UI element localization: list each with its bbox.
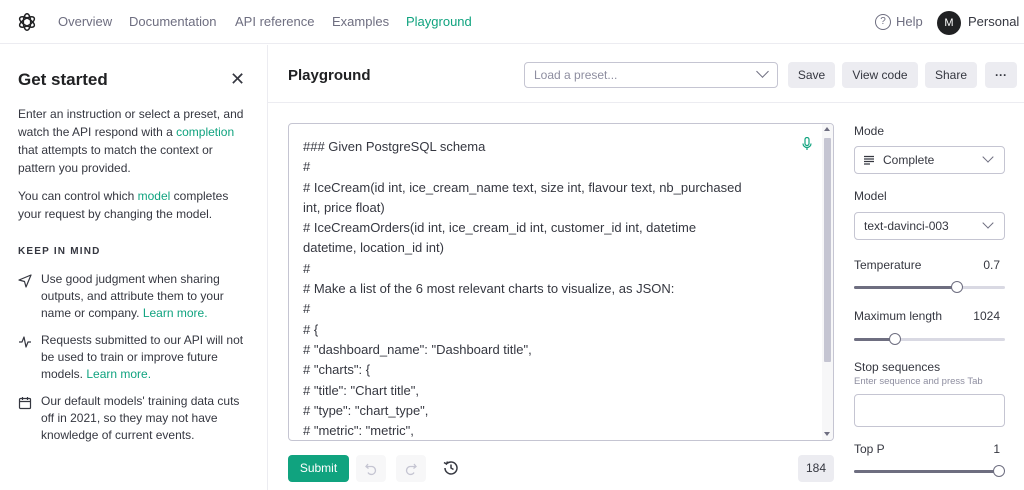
prompt-line[interactable]: datetime, location_id int): [303, 238, 803, 258]
prompt-line[interactable]: ### Given PostgreSQL schema: [303, 137, 803, 157]
prompt-line[interactable]: # "charts": {: [303, 360, 803, 380]
prompt-line[interactable]: #: [303, 259, 803, 279]
top-p-label: Top P: [854, 442, 885, 456]
scroll-down-arrow-icon[interactable]: [824, 432, 830, 436]
prompt-line[interactable]: int, price float): [303, 198, 803, 218]
sidebar-intro: Enter an instruction or select a preset,…: [18, 107, 244, 175]
preset-select[interactable]: Load a preset...: [524, 62, 778, 88]
close-icon[interactable]: ✕: [230, 70, 245, 88]
prompt-line[interactable]: #: [303, 157, 803, 177]
model-link[interactable]: model: [138, 189, 171, 203]
redo-icon: [405, 463, 417, 476]
mode-value: Complete: [883, 153, 935, 167]
model-select[interactable]: text-davinci-003: [854, 212, 1005, 240]
editor-scrollbar[interactable]: [822, 124, 833, 440]
prompt-line[interactable]: #: [303, 299, 803, 319]
tip-1: Use good judgment when sharing outputs, …: [41, 272, 224, 320]
prompt-line[interactable]: # "metric": "metric",: [303, 421, 803, 440]
help-icon[interactable]: ?: [875, 14, 891, 30]
mode-label: Mode: [854, 124, 885, 138]
top-p-value[interactable]: 1: [960, 442, 1000, 456]
sidebar-model-text: You can control which model completes yo…: [18, 189, 229, 221]
token-count: 184: [798, 455, 834, 482]
undo-icon: [365, 463, 377, 476]
avatar[interactable]: M: [937, 11, 961, 35]
prompt-editor[interactable]: ### Given PostgreSQL schema # # IceCream(i…: [288, 123, 834, 441]
redo-button[interactable]: [396, 455, 426, 482]
learn-more-link[interactable]: Learn more.: [86, 367, 151, 381]
chevron-down-icon: [982, 151, 994, 163]
chevron-down-icon: [982, 217, 994, 229]
share-button[interactable]: Share: [925, 62, 977, 88]
prompt-line[interactable]: # "type": "chart_type",: [303, 401, 803, 421]
account-name[interactable]: Personal: [968, 14, 1019, 29]
scrollbar-thumb[interactable]: [824, 138, 831, 362]
top-nav: Overview Documentation API reference Exa…: [0, 0, 1024, 44]
prompt-text[interactable]: ### Given PostgreSQL schema # # IceCream(i…: [303, 137, 803, 440]
tip-2: Requests submitted to our API will not b…: [41, 333, 244, 381]
submit-button[interactable]: Submit: [288, 455, 349, 482]
complete-mode-icon: [864, 155, 874, 165]
temperature-value[interactable]: 0.7: [960, 258, 1000, 272]
slider-thumb[interactable]: [993, 465, 1005, 477]
max-length-slider[interactable]: [854, 333, 1005, 345]
prompt-line[interactable]: # "dashboard_name": "Dashboard title",: [303, 340, 803, 360]
openai-logo-icon[interactable]: [16, 11, 38, 33]
slider-thumb[interactable]: [888, 333, 901, 345]
undo-button[interactable]: [356, 455, 386, 482]
get-started-sidebar: Get started ✕ Enter an instruction or se…: [0, 45, 268, 490]
activity-icon: [19, 336, 31, 348]
top-p-slider[interactable]: [854, 465, 1005, 477]
nav-documentation[interactable]: Documentation: [129, 14, 216, 29]
slider-thumb[interactable]: [951, 281, 964, 293]
help-link[interactable]: Help: [896, 14, 923, 29]
view-code-button[interactable]: View code: [842, 62, 918, 88]
page-title: Playground: [288, 67, 371, 84]
prompt-line[interactable]: # "title": "Chart title",: [303, 381, 803, 401]
model-value: text-davinci-003: [864, 219, 949, 233]
prompt-line[interactable]: # {: [303, 320, 803, 340]
nav-overview[interactable]: Overview: [58, 14, 112, 29]
completion-link[interactable]: completion: [176, 125, 234, 139]
tip-3: Our default models' training data cuts o…: [41, 394, 240, 442]
nav-examples[interactable]: Examples: [332, 14, 389, 29]
preset-placeholder: Load a preset...: [534, 68, 618, 82]
more-options-button[interactable]: ···: [985, 62, 1017, 88]
header-divider: [268, 102, 1024, 103]
sidebar-title: Get started: [18, 70, 108, 89]
stop-sequences-input[interactable]: [854, 394, 1005, 427]
calendar-icon: [18, 397, 32, 410]
scroll-up-arrow-icon[interactable]: [824, 127, 830, 131]
max-length-label: Maximum length: [854, 309, 943, 323]
prompt-line[interactable]: # IceCream(id int, ice_cream_name text, …: [303, 178, 803, 198]
keep-in-mind-heading: KEEP IN MIND: [18, 246, 101, 257]
chevron-down-icon: [756, 65, 769, 78]
mode-select[interactable]: Complete: [854, 146, 1005, 174]
history-icon[interactable]: [442, 459, 460, 477]
model-label: Model: [854, 189, 887, 203]
learn-more-link[interactable]: Learn more.: [143, 306, 208, 320]
stop-sequences-hint: Enter sequence and press Tab: [854, 376, 983, 387]
prompt-line[interactable]: # Make a list of the 6 most relevant cha…: [303, 279, 803, 299]
nav-api-reference[interactable]: API reference: [235, 14, 315, 29]
max-length-value[interactable]: 1024: [960, 309, 1000, 323]
prompt-line[interactable]: # IceCreamOrders(id int, ice_cream_id in…: [303, 218, 803, 238]
nav-playground[interactable]: Playground: [406, 14, 472, 29]
stop-sequences-label: Stop sequences: [854, 360, 941, 374]
temperature-label: Temperature: [854, 258, 922, 272]
send-icon: [18, 274, 32, 288]
save-button[interactable]: Save: [788, 62, 835, 88]
microphone-icon[interactable]: [802, 137, 812, 151]
temperature-slider[interactable]: [854, 281, 1005, 293]
